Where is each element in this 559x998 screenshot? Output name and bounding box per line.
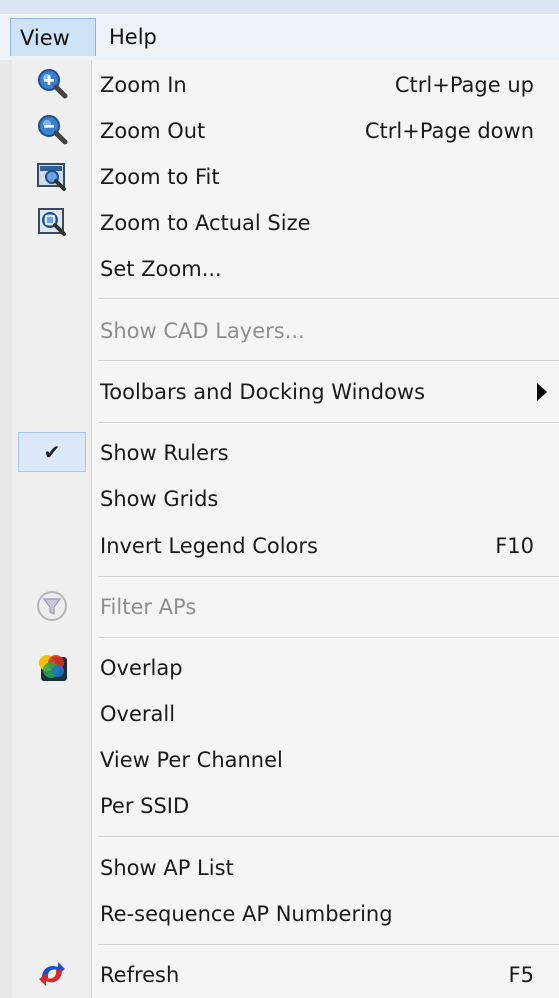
menu-item-shortcut: F5 xyxy=(508,963,534,987)
menu-item-zoom-to-fit[interactable]: Zoom to Fit xyxy=(12,154,559,200)
refresh-icon xyxy=(36,958,68,990)
window-top-strip xyxy=(0,0,559,15)
menu-item-label: Show AP List xyxy=(100,856,234,880)
menu-item-label: Per SSID xyxy=(100,794,190,818)
menu-item-shortcut: Ctrl+Page down xyxy=(364,119,534,143)
menu-help[interactable]: Help xyxy=(100,18,166,56)
menu-item-resequence-ap-numbering[interactable]: Re-sequence AP Numbering xyxy=(12,891,559,937)
menu-item-set-zoom[interactable]: Set Zoom... xyxy=(12,246,559,292)
zoom-out-icon xyxy=(36,114,68,146)
menu-separator xyxy=(98,637,559,639)
menu-item-label: Set Zoom... xyxy=(100,257,222,281)
menu-item-label: Re-sequence AP Numbering xyxy=(100,902,393,926)
menu-item-label: Zoom to Fit xyxy=(100,165,220,189)
menu-item-label: Zoom to Actual Size xyxy=(100,211,311,235)
menu-separator xyxy=(98,944,559,946)
menu-bar: View Help xyxy=(0,14,559,61)
menu-item-zoom-in[interactable]: Zoom In Ctrl+Page up xyxy=(12,62,559,108)
menu-item-shortcut: Ctrl+Page up xyxy=(394,73,534,97)
view-dropdown-menu: Zoom In Ctrl+Page up Zoom Out Ctrl+Page … xyxy=(12,60,559,998)
checkmark-icon: ✔ xyxy=(18,432,86,472)
menu-item-label: Overlap xyxy=(100,656,183,680)
menu-item-shortcut: F10 xyxy=(495,534,534,558)
menu-item-label: Show Grids xyxy=(100,487,219,511)
menu-separator xyxy=(98,422,559,424)
menu-item-label: Invert Legend Colors xyxy=(100,534,318,558)
menu-item-show-ap-list[interactable]: Show AP List xyxy=(12,845,559,891)
menu-item-refresh[interactable]: Refresh F5 xyxy=(12,952,559,998)
menu-item-label: Filter APs xyxy=(100,595,197,619)
menu-item-label: Overall xyxy=(100,702,176,726)
menu-item-show-grids[interactable]: Show Grids xyxy=(12,476,559,522)
menu-item-label: Toolbars and Docking Windows xyxy=(100,380,426,404)
menu-item-view-per-channel[interactable]: View Per Channel xyxy=(12,737,559,783)
zoom-actual-size-icon xyxy=(36,206,68,238)
menu-separator xyxy=(98,360,559,362)
menu-separator xyxy=(98,836,559,838)
submenu-arrow-icon xyxy=(537,383,547,401)
menu-item-label: Zoom In xyxy=(100,73,187,97)
menu-item-overall[interactable]: Overall xyxy=(12,691,559,737)
menu-item-zoom-out[interactable]: Zoom Out Ctrl+Page down xyxy=(12,108,559,154)
menu-item-label: Show Rulers xyxy=(100,441,229,465)
menu-item-overlap[interactable]: Overlap xyxy=(12,645,559,691)
filter-icon xyxy=(36,590,68,622)
menu-separator xyxy=(98,576,559,578)
menu-item-per-ssid[interactable]: Per SSID xyxy=(12,783,559,829)
menu-view[interactable]: View xyxy=(10,18,96,56)
menu-item-filter-aps: Filter APs xyxy=(12,584,559,630)
menu-item-show-cad-layers: Show CAD Layers... xyxy=(12,308,559,354)
overlap-icon xyxy=(36,651,68,683)
menu-item-invert-legend-colors[interactable]: Invert Legend Colors F10 xyxy=(12,523,559,569)
menu-item-label: Refresh xyxy=(100,963,180,987)
menu-separator xyxy=(98,298,559,300)
zoom-in-icon xyxy=(36,68,68,100)
menu-item-label: Show CAD Layers... xyxy=(100,319,305,343)
menu-item-label: View Per Channel xyxy=(100,748,283,772)
menu-item-show-rulers[interactable]: ✔ Show Rulers xyxy=(12,430,559,476)
menu-item-zoom-actual-size[interactable]: Zoom to Actual Size xyxy=(12,200,559,246)
menu-item-label: Zoom Out xyxy=(100,119,206,143)
zoom-to-fit-icon xyxy=(36,160,68,192)
menu-item-toolbars-docking-windows[interactable]: Toolbars and Docking Windows xyxy=(12,369,559,415)
